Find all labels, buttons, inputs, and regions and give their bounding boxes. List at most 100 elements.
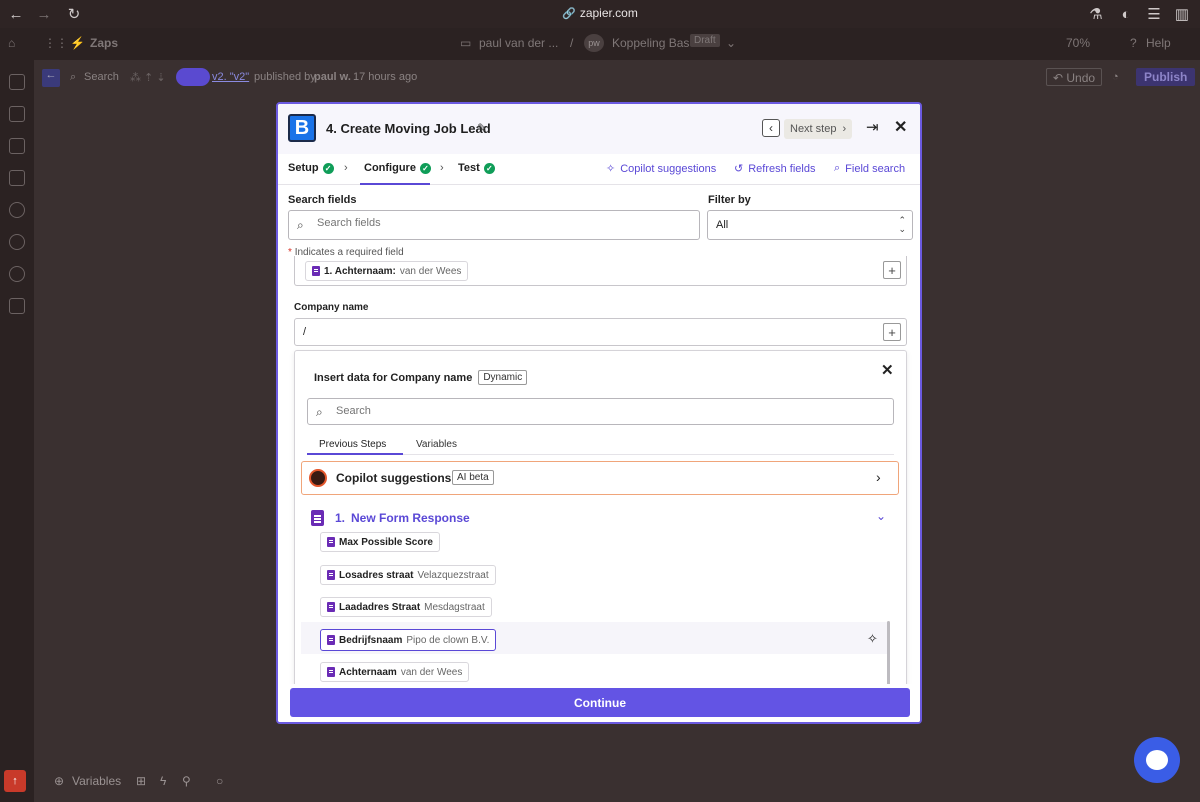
globe-icon: ⊕ xyxy=(54,774,65,788)
publisher-name: paul w. xyxy=(314,71,351,83)
version-link[interactable]: v2. "v2" xyxy=(212,71,249,83)
grid-icon[interactable]: ⊞ xyxy=(136,774,146,788)
next-step-button[interactable]: Next step › xyxy=(784,119,853,139)
chat-support-button[interactable] xyxy=(1134,737,1180,783)
tab-configure[interactable]: Configure ✓ xyxy=(364,162,431,174)
step-title: 4. Create Moving Job Lead xyxy=(326,121,491,136)
list-item[interactable]: Achternaam van der Wees xyxy=(320,662,470,682)
sparkle-icon: ✧ xyxy=(606,163,616,175)
version-toggle[interactable] xyxy=(176,68,210,86)
company-name-field[interactable]: / + xyxy=(294,318,907,346)
data-pill[interactable]: 1. Achternaam: van der Wees xyxy=(305,261,469,281)
forms-icon xyxy=(311,510,324,526)
published-prefix: published by xyxy=(254,71,316,83)
list-item[interactable]: Losadres straat Velazquezstraat xyxy=(320,565,496,585)
help-link[interactable]: Help xyxy=(1146,36,1171,50)
close-icon[interactable]: ✕ xyxy=(881,361,894,379)
form-icon xyxy=(312,266,320,276)
list-item[interactable]: Laadadres Straat Mesdagstraat xyxy=(320,597,492,617)
scrollbar[interactable] xyxy=(887,621,890,690)
chevron-updown-icon: ⌃ ⌄ xyxy=(898,215,906,234)
pencil-icon[interactable]: ✎ xyxy=(477,121,487,135)
zaps-link[interactable]: Zaps xyxy=(90,36,118,50)
filter-select[interactable]: All ⌃ ⌄ xyxy=(707,210,913,240)
tab-test[interactable]: Test ✓ xyxy=(458,162,495,174)
sidebar-toggle-icon[interactable]: ▥ xyxy=(1172,4,1192,24)
settings-gear-icon[interactable] xyxy=(9,266,25,282)
insert-plus-button[interactable]: + xyxy=(883,323,901,341)
wand-icon[interactable]: ⚲ xyxy=(182,774,191,788)
left-sidebar xyxy=(0,60,34,802)
item-name: Losadres straat xyxy=(339,569,414,581)
back-button[interactable]: ← xyxy=(42,69,60,87)
document-icon[interactable] xyxy=(9,106,25,122)
item-value: van der Wees xyxy=(400,666,463,678)
step-group-header[interactable]: 1. New Form Response ⌄ xyxy=(311,509,891,527)
search-icon: ⌕ xyxy=(834,162,841,174)
copilot-suggestions-row[interactable]: Copilot suggestions AI beta › xyxy=(301,461,899,495)
undo-button[interactable]: ↶ Undo xyxy=(1046,68,1103,86)
tab-variables[interactable]: Variables xyxy=(416,439,457,450)
check-icon: ✓ xyxy=(483,162,495,174)
chevron-down-icon[interactable]: ⌄ xyxy=(726,36,736,50)
insert-search-input[interactable] xyxy=(336,405,696,417)
list-item[interactable]: Max Possible Score xyxy=(320,532,440,552)
previous-step-button[interactable]: ‹ xyxy=(762,119,780,137)
history-icon[interactable] xyxy=(9,202,25,218)
home-icon[interactable]: ⌂ xyxy=(8,36,15,50)
publish-button[interactable]: Publish xyxy=(1136,68,1196,86)
field-search-link[interactable]: ⌕ Field search xyxy=(834,162,905,175)
search-icon: ⌕ xyxy=(297,218,304,232)
list-item-selected[interactable]: Bedrijfsnaam Pipo de clown B.V. xyxy=(320,629,497,651)
published-time: 17 hours ago xyxy=(353,71,418,83)
close-icon[interactable]: ✕ xyxy=(894,117,907,137)
next-step-label: Next step xyxy=(790,123,837,135)
form-icon xyxy=(327,537,335,547)
app-logo: B xyxy=(288,114,316,142)
expand-icon[interactable]: ⇥ xyxy=(866,118,879,136)
copilot-label: Copilot suggestions xyxy=(336,471,452,485)
insert-search-box: ⌕ xyxy=(307,398,894,425)
step-name: New Form Response xyxy=(351,511,470,525)
active-tab-indicator xyxy=(360,183,430,185)
insert-data-panel: Insert data for Company name Dynamic ✕ ⌕ … xyxy=(294,350,907,690)
refresh-icon: ↺ xyxy=(734,163,744,175)
ai-beta-badge: AI beta xyxy=(452,470,494,485)
tab-setup[interactable]: Setup ✓ xyxy=(288,162,334,174)
step-modal: B 4. Create Moving Job Lead ✎ ‹ Next ste… xyxy=(276,102,922,724)
zap-bolt-icon: ⚡ xyxy=(70,36,85,50)
layout-icons[interactable]: ⁂ ⇡ ⇣ xyxy=(130,71,166,84)
status-icon[interactable] xyxy=(9,234,25,250)
search-icon[interactable]: ○ xyxy=(216,774,223,788)
chat-icon[interactable] xyxy=(9,138,25,154)
continue-button[interactable]: Continue xyxy=(290,688,910,717)
tab-setup-label: Setup xyxy=(288,162,319,174)
bolt-icon[interactable]: ϟ xyxy=(160,774,166,788)
achternaam-field[interactable]: 1. Achternaam: van der Wees + xyxy=(294,256,907,286)
variables-button[interactable]: Variables xyxy=(72,774,121,788)
tab-previous-steps[interactable]: Previous Steps xyxy=(319,439,386,450)
form-icon xyxy=(327,570,335,580)
avatar: pw xyxy=(584,34,604,52)
copilot-suggestions-link[interactable]: ✧ Copilot suggestions xyxy=(606,162,716,176)
profile-icon[interactable]: ◐ xyxy=(1116,4,1136,24)
search-fields-input[interactable] xyxy=(317,217,677,229)
zoom-level[interactable]: 70% xyxy=(1066,36,1090,50)
address-bar[interactable]: 🔗 zapier.com xyxy=(0,6,1200,20)
sparkle-icon[interactable]: ✧ xyxy=(867,631,878,647)
modal-header: B 4. Create Moving Job Lead ✎ ‹ Next ste… xyxy=(278,104,920,154)
apps-grid-icon[interactable]: ⋮⋮ xyxy=(44,36,68,50)
calendar-icon[interactable] xyxy=(9,170,25,186)
stack-icon[interactable] xyxy=(9,298,25,314)
insert-plus-button[interactable]: + xyxy=(883,261,901,279)
folder-breadcrumb[interactable]: paul van der ... xyxy=(479,36,558,50)
refresh-fields-link[interactable]: ↺ Refresh fields xyxy=(734,162,815,176)
apps-icon[interactable] xyxy=(9,74,25,90)
canvas-search[interactable]: Search xyxy=(84,71,119,83)
extension-icon[interactable]: ⚗ xyxy=(1086,4,1106,24)
record-icon[interactable]: ↑ xyxy=(4,770,26,792)
undo-label: Undo xyxy=(1066,71,1096,85)
timer-icon[interactable]: ◔ xyxy=(1112,71,1119,83)
menu-icon[interactable]: ☰ xyxy=(1144,4,1164,24)
zap-name[interactable]: Koppeling Bas xyxy=(612,36,689,50)
